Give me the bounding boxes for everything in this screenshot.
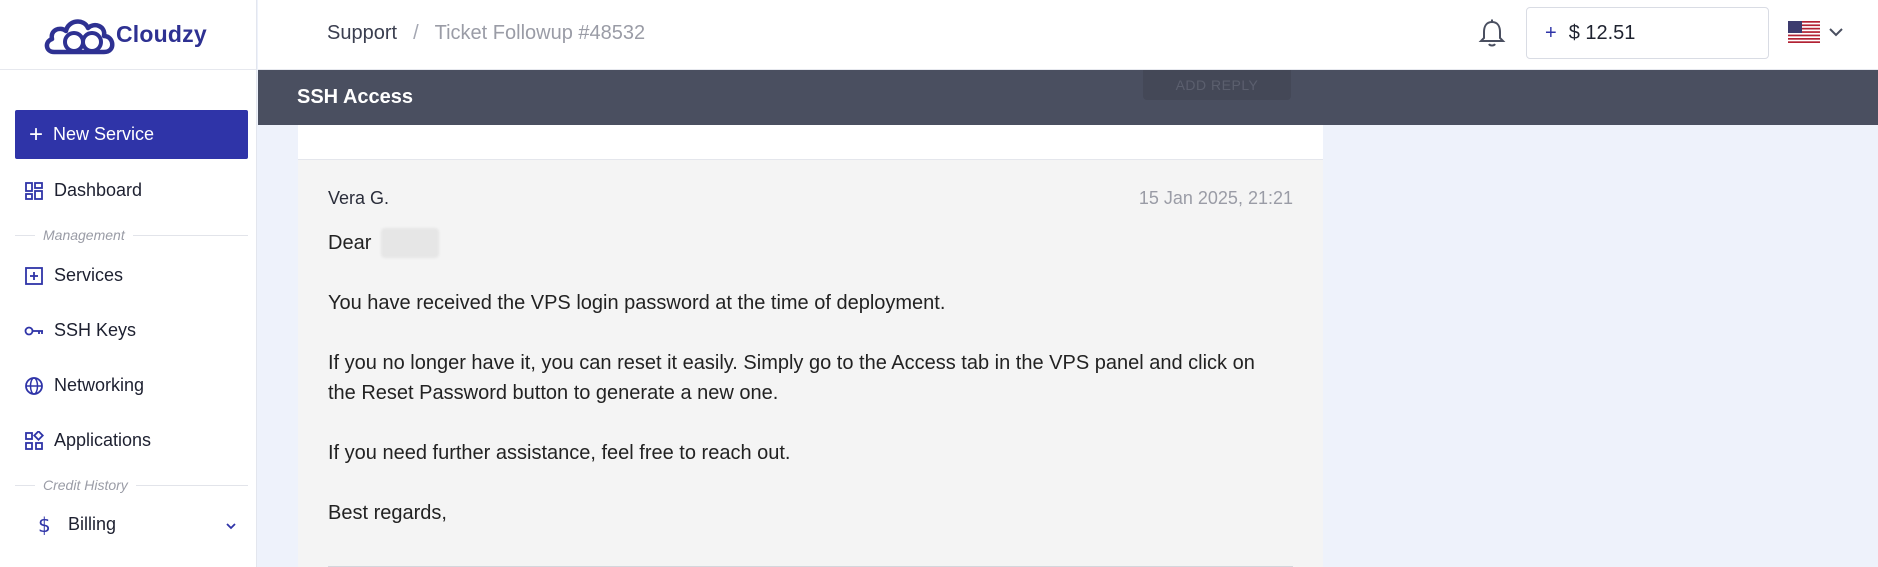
greeting-text: Dear [328,232,372,254]
plus-icon: + [29,120,44,148]
message-card: Vera G. 15 Jan 2025, 21:21 Dear You have… [298,160,1323,567]
message-paragraph: Best regards, [328,502,447,524]
breadcrumb-current: Ticket Followup #48532 [434,22,646,44]
svg-text:$: $ [38,515,51,535]
sidebar-item-label: Services [54,265,124,285]
key-icon [24,326,43,335]
sidebar-item-billing[interactable]: $ Billing [34,514,116,535]
sidebar-item-networking[interactable]: Networking [24,375,144,396]
message-paragraph: If you need further assistance, feel fre… [328,442,791,464]
redacted-name [381,228,440,258]
breadcrumb: Support / Ticket Followup #48532 [327,22,645,45]
message-author: Vera G. [328,188,390,208]
ticket-title: SSH Access [297,86,413,108]
add-funds-plus-icon: + [1545,21,1557,44]
message-paragraph: If you no longer have it, you can reset … [328,352,1255,404]
globe-icon [25,376,43,395]
dollar-icon: $ [38,515,51,535]
section-credit-history: Credit History [15,477,248,493]
sidebar-item-label: Billing [68,514,117,534]
sidebar-item-dashboard[interactable]: Dashboard [24,180,142,201]
logo[interactable]: Cloudzy [0,0,256,70]
dashboard-icon [25,181,43,200]
plus-square-icon [25,266,43,285]
chevron-down-icon[interactable] [1828,25,1844,39]
add-reply-label: ADD REPLY [1175,77,1259,93]
sidebar: Cloudzy + New Service Dashboard Manageme… [0,0,257,567]
message-greeting: Dear [328,228,1288,258]
message-paragraph: You have received the VPS login password… [328,292,946,314]
sidebar-item-services[interactable]: Services [24,265,123,286]
breadcrumb-parent[interactable]: Support [327,22,397,45]
sidebar-item-label: SSH Keys [54,320,137,340]
logo-text: Cloudzy [116,21,207,47]
cloud-logo-icon [44,18,115,54]
us-flag-icon[interactable] [1788,21,1820,43]
topbar: Support / Ticket Followup #48532 + $ 12.… [258,0,1878,70]
breadcrumb-separator: / [413,22,419,44]
section-label: Management [43,227,125,243]
chevron-down-icon[interactable] [224,519,238,533]
balance-add-funds[interactable]: + $ 12.51 [1526,7,1769,59]
new-service-button[interactable]: + New Service [15,110,248,159]
sidebar-item-label: Dashboard [54,180,143,200]
section-management: Management [15,227,248,243]
ticket-header: SSH Access ADD REPLY [258,70,1878,125]
add-reply-button[interactable]: ADD REPLY [1143,70,1291,100]
sidebar-item-label: Applications [54,430,152,450]
new-service-label: New Service [53,124,155,144]
message-date: 15 Jan 2025, 21:21 [1138,188,1293,208]
apps-icon [25,430,44,450]
message-body: Dear You have received the VPS login pas… [328,228,1288,558]
section-label: Credit History [43,477,128,493]
sidebar-item-applications[interactable]: Applications [24,430,151,451]
sidebar-item-label: Networking [54,375,145,395]
balance-value: $ 12.51 [1568,21,1636,44]
bell-icon[interactable] [1478,18,1506,48]
sidebar-item-ssh-keys[interactable]: SSH Keys [24,320,136,341]
ticket-card-top [298,125,1323,160]
